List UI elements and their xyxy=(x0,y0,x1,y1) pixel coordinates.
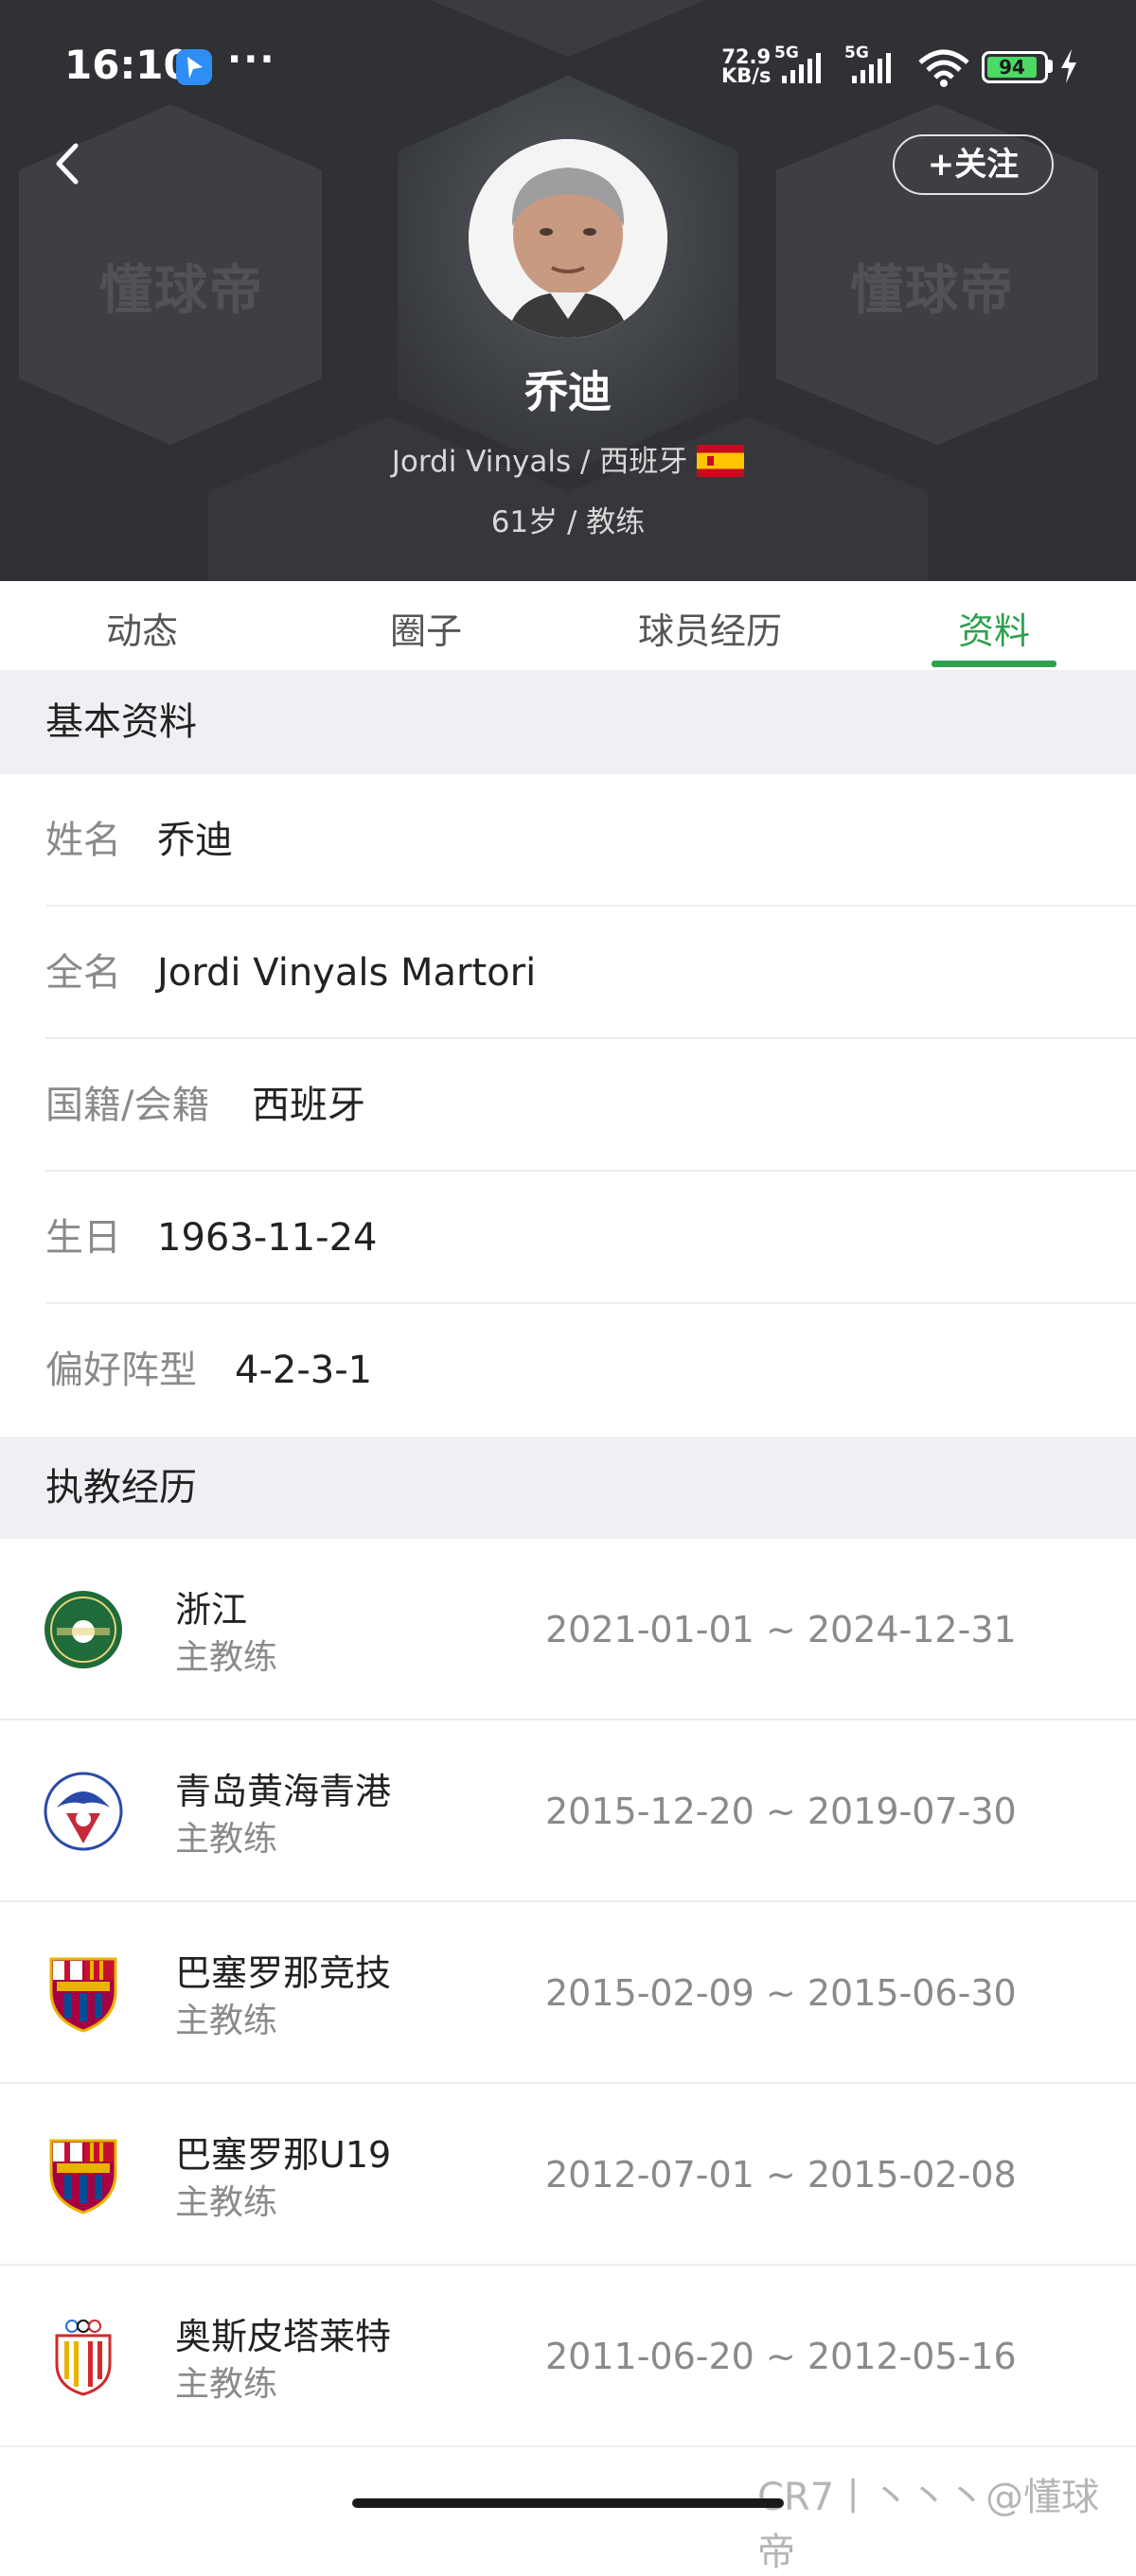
coaching-row[interactable]: 巴塞罗那竞技 主教练 2015-02-09 ~ 2015-06-30 xyxy=(0,1902,1136,2084)
info-label: 生日 xyxy=(45,1216,121,1260)
coaching-row[interactable]: 巴塞罗那U19 主教练 2012-07-01 ~ 2015-02-08 xyxy=(0,2084,1136,2266)
network-speed: 72.9 KB/s xyxy=(721,45,772,87)
clock: 16:10 xyxy=(64,42,191,88)
status-bar: 16:10 ··· 72.9 KB/s 5G 5G 94 xyxy=(0,0,1136,132)
club-name: 奥斯皮塔莱特 xyxy=(175,2316,392,2357)
spain-flag-icon xyxy=(697,444,745,477)
image-credit: CR7丨丶丶丶@懂球帝 xyxy=(757,2476,1100,2574)
coach-role: 主教练 xyxy=(175,2365,278,2404)
info-row-name: 姓名 乔迪 xyxy=(0,774,1136,907)
info-label: 全名 xyxy=(45,951,121,995)
profile-header: 懂球帝 懂球帝 16:10 ··· 72.9 KB/s 5G 5G 94 +关注… xyxy=(0,0,1136,581)
network-speed-value: 72.9 xyxy=(721,45,772,68)
info-value: 西班牙 xyxy=(252,1084,365,1127)
tab-circle[interactable]: 圈子 xyxy=(284,602,568,654)
info-row-nationality: 国籍/会籍 西班牙 xyxy=(0,1039,1136,1172)
info-label: 姓名 xyxy=(45,819,121,862)
tab-bar: 动态 圈子 球员经历 资料 xyxy=(0,581,1136,670)
info-value: 4-2-3-1 xyxy=(235,1349,373,1392)
age-role: 61岁 / 教练 xyxy=(490,505,646,539)
wifi-icon xyxy=(918,49,969,87)
info-value: 乔迪 xyxy=(157,819,233,862)
battery-tip xyxy=(1048,60,1053,73)
coaching-row[interactable]: 奥斯皮塔莱特 主教练 2011-06-20 ~ 2012-05-16 xyxy=(0,2266,1136,2447)
info-label: 偏好阵型 xyxy=(45,1349,197,1392)
info-label: 国籍/会籍 xyxy=(45,1084,210,1127)
tab-player-history[interactable]: 球员经历 xyxy=(568,602,852,654)
tab-profile[interactable]: 资料 xyxy=(852,602,1136,654)
coaching-row[interactable]: 青岛黄海青港 主教练 2015-12-20 ~ 2019-07-30 xyxy=(0,1720,1136,1902)
tenure-dates: 2015-02-09 ~ 2015-06-30 xyxy=(545,1972,1017,2014)
charging-icon xyxy=(1061,49,1076,83)
more-notifications-icon: ··· xyxy=(227,38,276,81)
info-value: Jordi Vinyals Martori xyxy=(157,951,537,995)
chevron-left-icon xyxy=(56,143,79,185)
home-indicator[interactable] xyxy=(352,2498,784,2508)
info-row-formation: 偏好阵型 4-2-3-1 xyxy=(0,1304,1136,1437)
coach-role: 主教练 xyxy=(175,1638,278,1677)
coach-role: 主教练 xyxy=(175,2183,278,2222)
coach-role: 主教练 xyxy=(175,1820,278,1859)
tenure-dates: 2011-06-20 ~ 2012-05-16 xyxy=(545,2336,1017,2377)
tenure-dates: 2021-01-01 ~ 2024-12-31 xyxy=(545,1609,1017,1650)
network-speed-unit: KB/s xyxy=(721,64,772,87)
info-row-birthday: 生日 1963-11-24 xyxy=(0,1172,1136,1304)
zhejiang-logo-icon xyxy=(44,1591,122,1668)
follow-button[interactable]: +关注 xyxy=(893,134,1054,195)
subtitle-text: Jordi Vinyals / 西班牙 xyxy=(391,445,688,479)
battery-level: 94 xyxy=(999,56,1025,79)
tenure-dates: 2012-07-01 ~ 2015-02-08 xyxy=(545,2154,1017,2196)
coaching-row[interactable]: 浙江 主教练 2021-01-01 ~ 2024-12-31 xyxy=(0,1539,1136,1720)
battery-icon: 94 xyxy=(982,51,1048,83)
club-name: 巴塞罗那U19 xyxy=(175,2134,392,2176)
barcelona-logo-icon xyxy=(49,1957,117,2033)
coach-name: 乔迪 xyxy=(524,366,612,417)
basic-info-header: 基本资料 xyxy=(0,670,1136,774)
info-row-full-name: 全名 Jordi Vinyals Martori xyxy=(0,907,1136,1039)
barcelona-logo-icon xyxy=(49,2139,117,2214)
watermark-left: 懂球帝 xyxy=(99,260,264,322)
watermark-right: 懂球帝 xyxy=(850,260,1015,322)
coach-role: 主教练 xyxy=(175,2002,278,2040)
back-button[interactable] xyxy=(47,140,95,187)
coach-subtitle: Jordi Vinyals / 西班牙 xyxy=(0,437,1136,480)
hospitalet-logo-icon xyxy=(55,2320,112,2396)
tab-news[interactable]: 动态 xyxy=(0,602,284,654)
info-value: 1963-11-24 xyxy=(157,1216,378,1260)
club-name: 浙江 xyxy=(175,1589,248,1631)
divider xyxy=(0,2445,1136,2447)
tenure-dates: 2015-12-20 ~ 2019-07-30 xyxy=(545,1791,1017,1832)
club-name: 青岛黄海青港 xyxy=(175,1771,392,1812)
club-name: 巴塞罗那竞技 xyxy=(175,1952,392,1994)
avatar[interactable] xyxy=(469,139,667,338)
app-notification-icon xyxy=(176,49,212,85)
active-tab-indicator xyxy=(932,661,1056,667)
qingdao-logo-icon xyxy=(44,1772,123,1851)
coaching-history-header: 执教经历 xyxy=(0,1437,1136,1539)
